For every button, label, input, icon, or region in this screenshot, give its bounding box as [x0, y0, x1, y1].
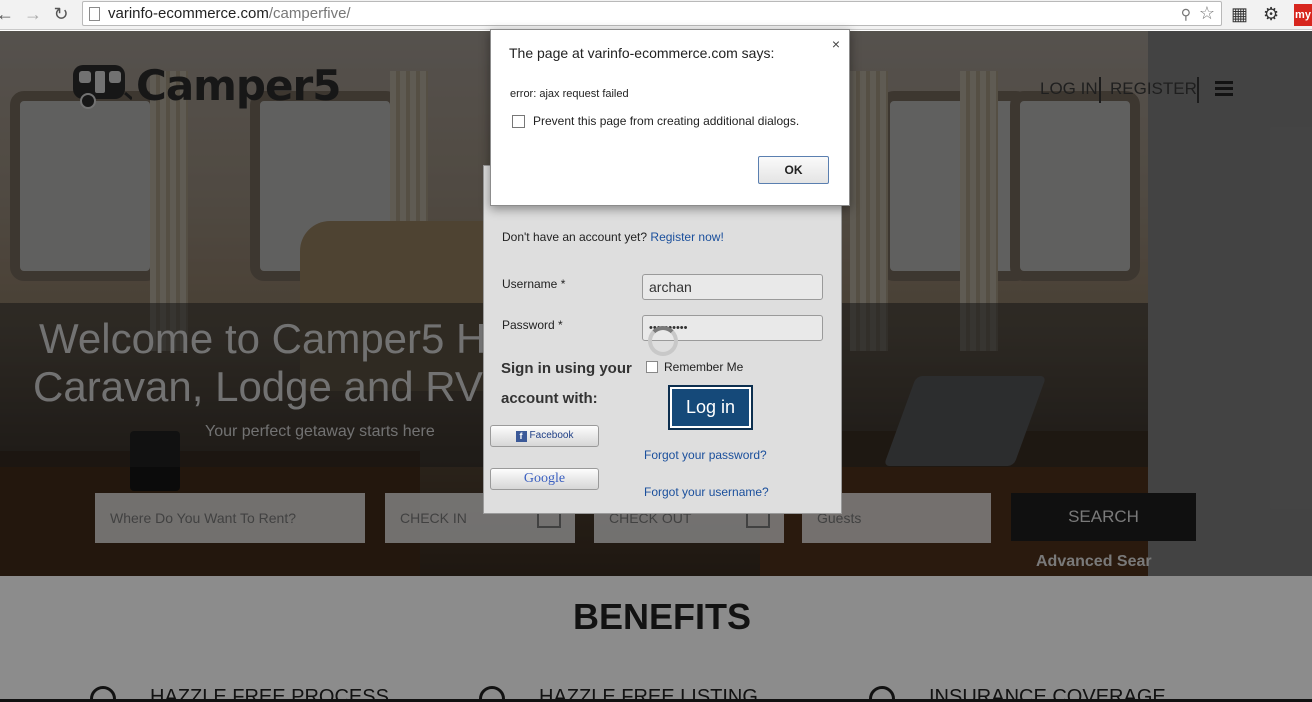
facebook-icon: f	[515, 431, 527, 442]
username-label: Username *	[502, 277, 566, 291]
ok-button[interactable]: OK	[758, 156, 829, 184]
close-icon[interactable]: ×	[832, 36, 840, 52]
bookmark-star-icon[interactable]: ☆	[1199, 3, 1215, 24]
username-field[interactable]: archan	[642, 274, 823, 300]
prevent-dialogs-label: Prevent this page from creating addition…	[533, 114, 800, 128]
page-icon	[89, 7, 100, 21]
facebook-login-button[interactable]: f Facebook	[490, 425, 599, 447]
alert-message: error: ajax request failed	[510, 88, 629, 100]
facebook-label: Facebook	[529, 430, 574, 441]
url-text: varinfo-ecommerce.com/camperfive/	[108, 5, 351, 22]
cast-icon[interactable]: ▦	[1231, 3, 1248, 25]
alert-dialog: The page at varinfo-ecommerce.com says: …	[490, 29, 850, 206]
forgot-password-link[interactable]: Forgot your password?	[644, 448, 767, 462]
gear-icon[interactable]: ⚙	[1263, 3, 1279, 25]
prevent-dialogs-checkbox[interactable]	[512, 115, 525, 128]
url-domain: varinfo-ecommerce.com	[108, 5, 269, 22]
forgot-username-link[interactable]: Forgot your username?	[644, 485, 769, 499]
prevent-dialogs-option[interactable]: Prevent this page from creating addition…	[512, 114, 799, 128]
alert-title: The page at varinfo-ecommerce.com says:	[509, 45, 775, 61]
forward-arrow-icon[interactable]: →	[22, 3, 44, 25]
extension-icon[interactable]: my	[1294, 4, 1312, 26]
back-arrow-icon[interactable]: ←	[0, 3, 16, 25]
register-now-link[interactable]: Register now!	[650, 230, 723, 244]
remember-me-checkbox[interactable]	[646, 361, 658, 373]
remember-me-label: Remember Me	[664, 360, 744, 374]
reload-icon[interactable]: ↻	[50, 3, 72, 25]
google-login-button[interactable]: Google	[490, 468, 599, 490]
no-account-text: Don't have an account yet? Register now!	[502, 230, 724, 244]
sign-in-with-text: Sign in using your account with:	[501, 360, 632, 407]
key-icon[interactable]: ⚲	[1181, 6, 1191, 23]
no-account-label: Don't have an account yet?	[502, 230, 648, 244]
browser-toolbar: ← → ↻ varinfo-ecommerce.com/camperfive/ …	[0, 0, 1312, 30]
login-button[interactable]: Log in	[668, 385, 753, 430]
password-label: Password *	[502, 318, 563, 332]
address-bar[interactable]: varinfo-ecommerce.com/camperfive/ ⚲ ☆	[82, 1, 1222, 26]
url-path: /camperfive/	[268, 5, 351, 22]
remember-me[interactable]: Remember Me	[646, 360, 743, 374]
login-modal: Don't have an account yet? Register now!…	[483, 165, 842, 514]
loading-spinner-icon	[648, 326, 678, 356]
